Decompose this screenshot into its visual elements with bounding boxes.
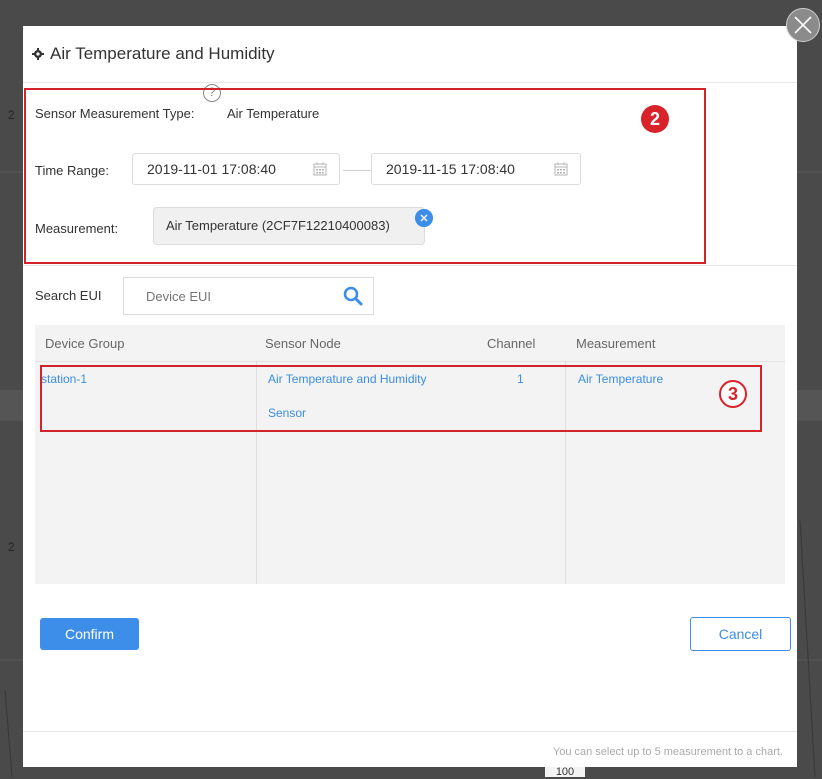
annotation-box-3 <box>40 365 762 432</box>
background-axis-label: 2 <box>8 108 15 122</box>
annotation-marker-2: 2 <box>641 105 669 133</box>
search-icon[interactable] <box>343 286 363 306</box>
cancel-button[interactable]: Cancel <box>690 617 791 651</box>
gear-icon <box>32 48 44 60</box>
column-header-device-group: Device Group <box>45 336 125 351</box>
column-header-channel: Channel <box>487 336 536 351</box>
dialog-header: Air Temperature and Humidity <box>23 26 797 83</box>
column-header-sensor-node: Sensor Node <box>265 336 341 351</box>
confirm-button[interactable]: Confirm <box>40 618 139 650</box>
measurement-dialog: Air Temperature and Humidity ? Sensor Me… <box>23 26 797 767</box>
dialog-title: Air Temperature and Humidity <box>32 44 275 64</box>
close-icon <box>794 16 812 34</box>
close-button[interactable] <box>786 8 820 42</box>
column-header-measurement: Measurement <box>576 336 656 351</box>
dialog-footer: You can select up to 5 measurement to a … <box>23 731 797 768</box>
background-axis-label: 2 <box>8 540 15 554</box>
measurement-table: Device Group Sensor Node Channel Measure… <box>35 325 785 584</box>
annotation-box-2 <box>24 88 706 264</box>
dialog-title-text: Air Temperature and Humidity <box>50 44 275 63</box>
search-eui-label: Search EUI <box>35 288 102 303</box>
device-eui-search-input[interactable] <box>123 277 374 315</box>
annotation-marker-3: 3 <box>719 380 747 408</box>
footer-note: You can select up to 5 measurement to a … <box>552 746 783 758</box>
table-header: Device Group Sensor Node Channel Measure… <box>35 325 785 362</box>
